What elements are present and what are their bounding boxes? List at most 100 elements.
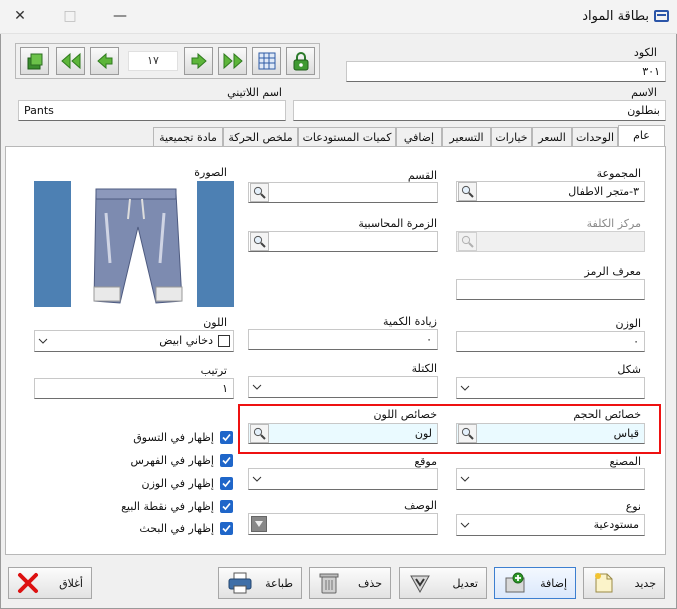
new-button-label: جديد — [634, 576, 656, 590]
last-record-button[interactable] — [218, 47, 247, 75]
title-bar: ✕ □ — بطاقة المواد — [0, 0, 677, 34]
tab-strip: عام الوحدات السعر خيارات التسعير إضافي ك… — [0, 125, 677, 148]
first-record-button[interactable] — [56, 47, 85, 75]
order-field[interactable]: ١ — [34, 378, 234, 399]
triangle-down-icon[interactable] — [251, 516, 267, 532]
close-window-button[interactable]: ✕ — [10, 8, 30, 24]
color-props-field[interactable]: لون — [248, 423, 438, 444]
show-in-search-checkbox[interactable] — [220, 522, 233, 535]
grid-view-button[interactable] — [252, 47, 281, 75]
tab-units[interactable]: الوحدات — [572, 127, 618, 147]
block-select[interactable] — [248, 376, 438, 398]
minimize-window-button[interactable]: — — [110, 8, 130, 24]
new-button[interactable]: جديد — [583, 567, 665, 599]
type-select-value: مستودعية — [593, 518, 639, 531]
tab-additional[interactable]: إضافي — [396, 127, 442, 147]
name-field[interactable]: بنطلون — [293, 100, 666, 121]
chevron-down-icon — [457, 515, 473, 535]
lock-icon — [293, 52, 308, 71]
description-field[interactable] — [248, 513, 438, 535]
group-label: المجموعة — [596, 167, 641, 180]
cost-center-field — [456, 231, 645, 252]
tab-price[interactable]: السعر — [532, 127, 572, 147]
qty-increase-field[interactable]: ٠ — [248, 329, 438, 350]
check-label-catalog: إظهار في الفهرس — [130, 454, 214, 467]
chevron-down-icon — [249, 377, 265, 397]
grid-icon — [258, 52, 275, 70]
show-in-shopping-checkbox[interactable] — [220, 431, 233, 444]
edit-button-label: تعديل — [452, 576, 478, 590]
tab-assembly-item[interactable]: مادة تجميعية — [153, 127, 223, 147]
save-layout-button[interactable] — [20, 47, 49, 75]
next-record-button[interactable] — [184, 47, 213, 75]
checkmark-icon — [222, 456, 231, 465]
code-field[interactable]: ٣٠١ — [346, 61, 666, 82]
size-props-field[interactable]: قياس — [456, 423, 645, 444]
magnifier-icon — [461, 235, 474, 248]
weight-label: الوزن — [615, 317, 641, 330]
latin-name-field[interactable]: Pants — [18, 100, 286, 121]
accounting-group-field[interactable] — [248, 231, 438, 252]
magnifier-icon — [253, 186, 266, 199]
delete-button-label: حذف — [358, 576, 382, 590]
checkmark-icon — [222, 502, 231, 511]
color-props-search-button[interactable] — [250, 424, 269, 443]
close-button-label: أغلاق — [59, 576, 83, 590]
image-side-right — [197, 181, 234, 307]
red-x-icon — [18, 573, 38, 593]
magnifier-icon — [253, 427, 266, 440]
image-side-left — [34, 181, 71, 307]
type-label: نوع — [625, 500, 641, 513]
group-search-button[interactable] — [458, 182, 477, 201]
check-label-shopping: إظهار في التسوق — [133, 431, 214, 444]
magnifier-icon — [253, 235, 266, 248]
prev-record-button[interactable] — [90, 47, 119, 75]
close-button[interactable]: أغلاق — [8, 567, 92, 599]
section-search-button[interactable] — [250, 183, 269, 202]
weight-field[interactable]: ٠ — [456, 331, 645, 352]
chevron-down-icon — [457, 469, 473, 489]
cost-center-search-button — [458, 232, 477, 251]
accounting-group-search-button[interactable] — [250, 232, 269, 251]
edit-button[interactable]: تعديل — [399, 567, 487, 599]
maximize-window-button[interactable]: □ — [60, 8, 80, 24]
add-record-icon — [505, 572, 525, 593]
check-label-pos: إظهار في نقطة البيع — [121, 500, 214, 513]
trash-icon — [319, 573, 339, 594]
size-props-search-button[interactable] — [458, 424, 477, 443]
symbol-id-field[interactable] — [456, 279, 645, 300]
tab-pricing[interactable]: التسعير — [442, 127, 491, 147]
factory-select[interactable] — [456, 468, 645, 490]
tab-warehouse-quantities[interactable]: كميات المستودعات — [298, 127, 396, 147]
tab-general[interactable]: عام — [618, 125, 665, 148]
delete-button[interactable]: حذف — [309, 567, 391, 599]
show-in-pos-checkbox[interactable] — [220, 500, 233, 513]
right-arrow-icon — [191, 52, 207, 70]
add-button[interactable]: إضافة — [494, 567, 576, 599]
type-select[interactable]: مستودعية — [456, 514, 645, 536]
show-in-catalog-checkbox[interactable] — [220, 454, 233, 467]
checkmark-icon — [222, 524, 231, 533]
record-number: ١٧ — [128, 51, 178, 71]
add-button-label: إضافة — [540, 576, 567, 590]
location-select[interactable] — [248, 468, 438, 490]
group-field[interactable]: ٣-متجر الاطفال — [456, 181, 645, 202]
name-label: الاسم — [631, 86, 657, 99]
section-field[interactable] — [248, 182, 438, 203]
card-icon — [654, 10, 669, 22]
product-image[interactable] — [34, 181, 234, 307]
shape-select[interactable] — [456, 377, 645, 399]
chevron-down-icon — [35, 331, 51, 351]
tab-options[interactable]: خيارات — [491, 127, 532, 147]
lock-button[interactable] — [286, 47, 315, 75]
size-props-label: خصائص الحجم — [573, 408, 641, 421]
order-label: ترتيب — [200, 364, 227, 377]
print-button[interactable]: طباعة — [218, 567, 302, 599]
show-in-weight-checkbox[interactable] — [220, 477, 233, 490]
code-label: الكود — [633, 46, 657, 59]
tab-movement-summary[interactable]: ملخص الحركة — [223, 127, 298, 147]
shape-label: شكل — [617, 363, 641, 376]
color-select[interactable]: دخاني ابيض — [34, 330, 234, 352]
color-label: اللون — [203, 316, 227, 329]
cost-center-label: مركز الكلفة — [586, 217, 641, 230]
